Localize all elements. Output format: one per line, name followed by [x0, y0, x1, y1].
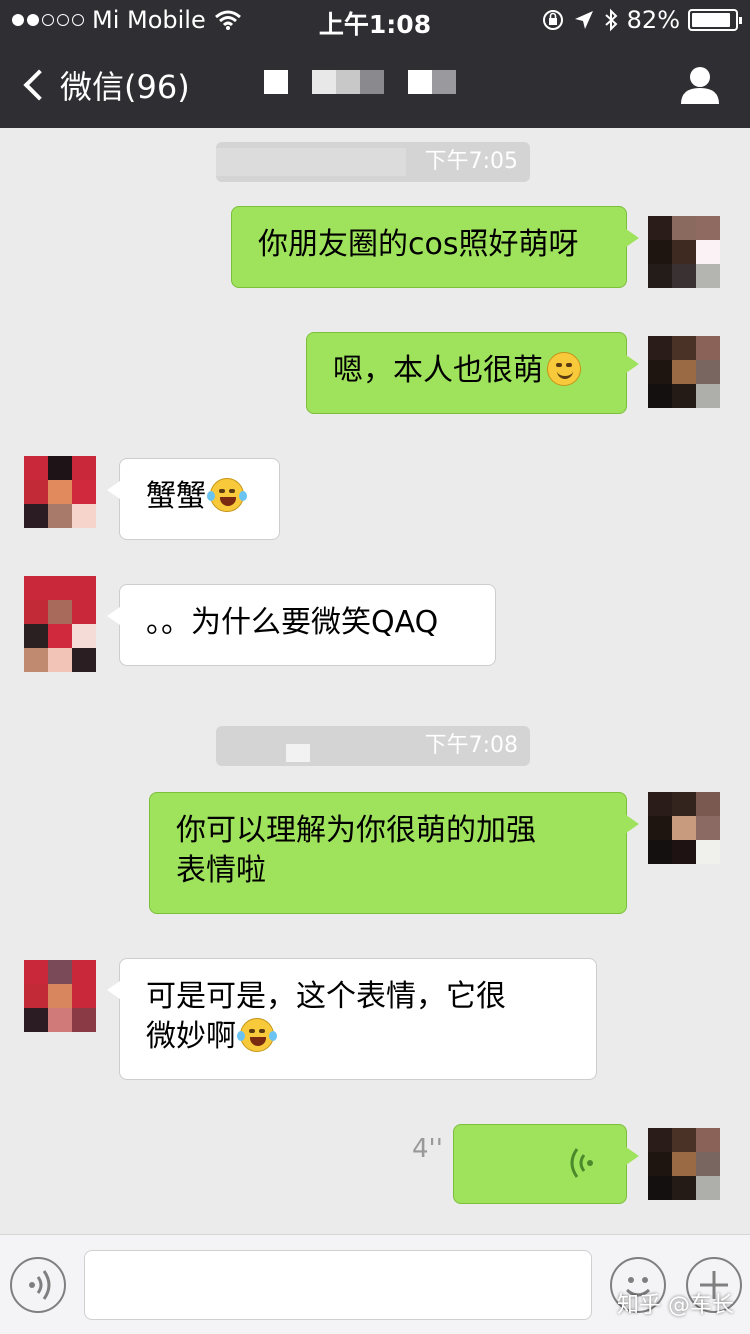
- message-text: 你朋友圈的cos照好萌呀: [258, 227, 579, 262]
- location-arrow-icon: [574, 11, 593, 29]
- input-bar: [0, 1234, 750, 1334]
- outgoing-message-bubble[interactable]: 嗯，本人也很萌: [306, 332, 639, 414]
- my-avatar[interactable]: [648, 792, 720, 864]
- message-text: 蟹蟹: [146, 479, 206, 514]
- contact-avatar[interactable]: [24, 456, 96, 528]
- contact-avatar[interactable]: [24, 960, 96, 1032]
- incoming-message-bubble[interactable]: 。。为什么要微笑QAQ: [107, 584, 496, 666]
- chevron-left-icon: [23, 69, 55, 101]
- voice-wave-icon: [570, 1148, 593, 1178]
- contact-avatar[interactable]: [24, 576, 96, 672]
- laughing-tears-emoji-icon: [237, 1018, 277, 1052]
- back-label: 微信(96): [60, 68, 190, 106]
- voice-duration: 4'': [412, 1134, 443, 1164]
- bluetooth-icon: [604, 8, 618, 32]
- voice-mode-icon[interactable]: [10, 1257, 66, 1313]
- timestamp: 下午7:05: [216, 142, 530, 182]
- status-bar: Mi Mobile 上午1:08 82%: [0, 0, 750, 40]
- battery-icon: [688, 9, 742, 31]
- my-avatar[interactable]: [648, 336, 720, 408]
- message-text-line2: 表情啦: [176, 853, 266, 888]
- outgoing-message-bubble[interactable]: 你可以理解为你很萌的加强 表情啦: [149, 792, 639, 914]
- smile-emoji-icon: [547, 352, 581, 386]
- message-text-line2: 微妙啊: [146, 1017, 570, 1057]
- rotation-lock-icon: [542, 10, 563, 30]
- chat-area[interactable]: 下午7:05 你朋友圈的cos照好萌呀 嗯，本人也很萌 蟹蟹 。。为什么要微笑Q…: [0, 128, 750, 1234]
- message-text: 嗯，本人也很萌: [333, 353, 543, 388]
- timestamp: 下午7:08: [216, 726, 530, 766]
- person-icon[interactable]: [680, 66, 720, 104]
- laughing-tears-emoji-icon: [207, 478, 247, 512]
- voice-message-bubble[interactable]: [453, 1124, 639, 1204]
- message-text-line1: 可是可是，这个表情，它很: [146, 979, 506, 1014]
- back-button[interactable]: 微信(96): [18, 62, 190, 108]
- message-input[interactable]: [84, 1250, 592, 1320]
- chat-title-pixelated: [264, 70, 456, 94]
- message-text: 。。为什么要微笑QAQ: [146, 605, 439, 640]
- battery-percent: 82%: [626, 6, 680, 34]
- my-avatar[interactable]: [648, 1128, 720, 1200]
- message-text-line1: 你可以理解为你很萌的加强: [176, 813, 536, 848]
- nav-bar: 微信(96): [0, 40, 750, 128]
- watermark: 知乎 @车长: [617, 1293, 734, 1318]
- status-right: 82%: [541, 6, 742, 34]
- my-avatar[interactable]: [648, 216, 720, 288]
- incoming-message-bubble[interactable]: 蟹蟹: [107, 458, 280, 540]
- outgoing-message-bubble[interactable]: 你朋友圈的cos照好萌呀: [231, 206, 639, 288]
- incoming-message-bubble[interactable]: 可是可是，这个表情，它很 微妙啊: [107, 958, 597, 1080]
